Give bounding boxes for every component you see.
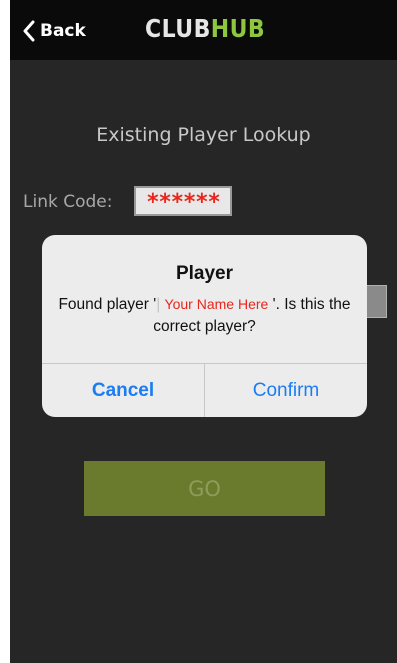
alert-message-prefix: Found player ' [58,296,157,313]
alert-title: Player [175,263,234,284]
confirm-button[interactable]: Confirm [205,364,367,417]
app-screen: Back CLUBHUB Existing Player Lookup Link… [10,0,397,663]
cancel-button[interactable]: Cancel [42,364,204,417]
player-name: Your Name Here [164,296,269,312]
alert-message: Found player '| Your Name Here '. Is thi… [58,296,351,335]
player-alert-dialog: Player Found player '| Your Name Here '.… [42,235,367,417]
